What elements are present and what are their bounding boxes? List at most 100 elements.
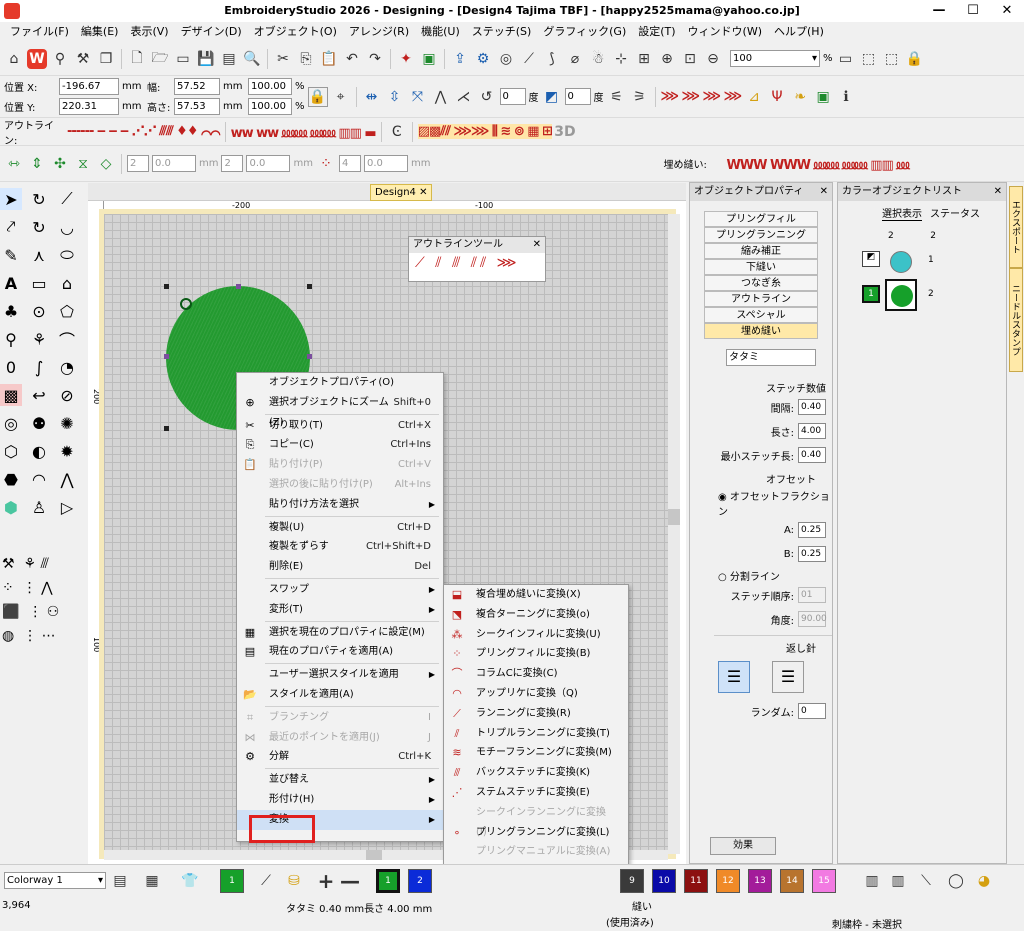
fish-icon[interactable]: ❧ xyxy=(790,87,810,107)
proportion-lock-icon[interactable]: 🔒 xyxy=(307,86,328,107)
min-length-field[interactable]: 0.40 xyxy=(798,447,826,463)
outline-tools-close-icon[interactable]: ✕ xyxy=(533,237,541,253)
offset-fraction-radio[interactable]: ◉ オフセットフラクション xyxy=(690,488,832,518)
center-icon[interactable]: ⌖ xyxy=(331,87,351,107)
trace-icon[interactable]: ⟋ xyxy=(56,188,78,210)
menu-item[interactable]: 編集(E) xyxy=(75,22,125,42)
tab-close-icon[interactable]: ✕ xyxy=(419,187,427,198)
pattern-icon[interactable]: ⁘ xyxy=(316,154,336,174)
hexagon-icon[interactable]: ⬡ xyxy=(0,440,22,462)
object-thumbnail[interactable] xyxy=(885,279,917,311)
lock-icon[interactable]: 🔒 xyxy=(905,49,925,69)
spacing-b-field[interactable]: 0.0 xyxy=(152,155,196,172)
color-list-close-icon[interactable]: ✕ xyxy=(994,183,1002,201)
menu-item[interactable]: ステッチ(S) xyxy=(466,22,538,42)
spacing-d-field[interactable]: 2 xyxy=(221,155,244,172)
bottom-tools-icons-4[interactable]: ◍ ⋮ ⋯ xyxy=(2,624,86,648)
spacing-field[interactable]: 0.40 xyxy=(798,399,826,415)
ellipse-icon[interactable]: ⊙ xyxy=(28,300,50,322)
property-tab[interactable]: 埋め縫い xyxy=(704,323,818,339)
property-tab[interactable]: プリングフィル xyxy=(704,211,818,227)
zoom-fit-icon[interactable]: ⊡ xyxy=(680,49,700,69)
wilcom-icon[interactable]: W xyxy=(27,48,47,69)
color-swatch[interactable]: 1 xyxy=(220,869,244,893)
context-menu-item[interactable]: 変形(T) ▶ xyxy=(237,600,443,620)
bottom-tools-icons-2[interactable]: ⁘ ⋮ ⋀ xyxy=(2,576,86,600)
oval-tool-icon[interactable]: ⬭ xyxy=(56,244,78,266)
effects-button[interactable]: 効果 xyxy=(710,837,776,855)
menu-item[interactable]: ウィンドウ(W) xyxy=(682,22,768,42)
selection-handle[interactable] xyxy=(236,284,241,289)
context-menu-item[interactable]: ⊕ 選択オブジェクトにズーム(Z) Shift+0 xyxy=(237,393,443,428)
rotate-tool-icon[interactable]: ↻ xyxy=(28,216,50,238)
outline-stitch-icons[interactable]: ------ ‒ ‒ ‒ ⋰⋰ ⫻⫻ ♦♦ ⌒⌒ xyxy=(67,124,221,139)
open-icon[interactable]: 🗁 xyxy=(150,49,170,69)
rotate-field-a[interactable]: 0 xyxy=(499,88,526,105)
property-tab[interactable]: プリングランニング xyxy=(704,227,818,243)
menu-item[interactable]: オブジェクト(O) xyxy=(248,22,343,42)
context-menu-item[interactable]: ⋈ 最近のポイントを適用(J) J xyxy=(237,728,443,748)
height-field[interactable]: 57.53 xyxy=(174,98,220,115)
new-icon[interactable]: 🗋 xyxy=(127,49,147,69)
context-menu-item[interactable]: オブジェクトプロパティ(O) xyxy=(237,373,443,393)
paste-icon[interactable]: 📋 xyxy=(319,49,339,69)
context-menu-item[interactable]: ⎘ コピー(C) Ctrl+Ins xyxy=(237,435,443,455)
split-line-radio[interactable]: ○ 分割ライン xyxy=(690,568,832,583)
outline-tool-icons[interactable]: ⟋ ⫽ ⫻ ⫽⫽ ⋙ xyxy=(409,253,545,273)
context-menu-item[interactable]: 削除(E) Del xyxy=(237,557,443,577)
color-wheel-icon[interactable]: ◕ xyxy=(974,871,994,891)
curve-icon[interactable]: ⌒ xyxy=(56,328,78,350)
measure-icon[interactable]: ⊹ xyxy=(611,49,631,69)
selection-handle[interactable] xyxy=(307,284,312,289)
spiral-icon[interactable]: ∫ xyxy=(28,356,50,378)
context-menu-item[interactable]: 並び替え ▶ xyxy=(237,770,443,790)
burst-icon[interactable]: ✹ xyxy=(56,440,78,462)
image-icon[interactable]: ▣ xyxy=(419,49,439,69)
document-tab[interactable]: Design4 ✕ xyxy=(370,184,432,201)
fill-type-field[interactable]: タタミ xyxy=(726,349,816,366)
color-swatch[interactable]: 14 xyxy=(780,869,804,893)
needle-stamp-side-tab[interactable]: ニードルスタンプ xyxy=(1009,268,1023,372)
minimize-icon[interactable]: — xyxy=(922,0,956,22)
polyline-icon[interactable]: ⤤ xyxy=(0,216,22,238)
context-menu-item[interactable]: ⚙ 分解 Ctrl+K xyxy=(237,747,443,767)
save-icon[interactable]: 💾 xyxy=(196,49,216,69)
spacing-a-field[interactable]: 2 xyxy=(127,155,149,172)
rotate-field-b[interactable]: 0 xyxy=(564,88,591,105)
property-tab[interactable]: 縮み補正 xyxy=(704,243,818,259)
home-icon[interactable]: ⌂ xyxy=(4,49,24,69)
export-side-tab[interactable]: エクスポート xyxy=(1009,186,1023,268)
maximize-icon[interactable]: ☐ xyxy=(956,0,990,22)
cut-icon[interactable]: ✂ xyxy=(273,49,293,69)
pen-icon[interactable]: ✎ xyxy=(0,244,22,266)
convert-submenu-item[interactable]: シークインランニングに変換(I) xyxy=(444,803,628,838)
copy-icon[interactable]: ❐ xyxy=(96,49,116,69)
convert-submenu-item[interactable]: ⬔ 複合ターニングに変換(o) xyxy=(444,605,628,625)
panel-close-icon[interactable]: ✕ xyxy=(820,183,828,201)
start-point-icon[interactable] xyxy=(180,298,192,310)
eyedropper-icon[interactable]: ⟋ xyxy=(256,871,276,891)
circle-icon[interactable]: ◯ xyxy=(946,871,966,891)
needle-icon[interactable]: ⟋ xyxy=(519,49,539,69)
person-icon[interactable]: ☃ xyxy=(588,49,608,69)
export-icon[interactable]: ⇪ xyxy=(450,49,470,69)
order-field[interactable]: 01 xyxy=(798,587,826,603)
return-mode-b-icon[interactable]: ☰ xyxy=(772,661,804,693)
zigzag-tool-icon[interactable]: ⋀ xyxy=(56,468,78,490)
rect-icon[interactable]: ▭ xyxy=(28,272,50,294)
align-v-icon[interactable]: ⇕ xyxy=(27,154,47,174)
thread-chart2-icon[interactable]: ▥ xyxy=(888,871,908,891)
selection-handle[interactable] xyxy=(164,426,169,431)
distribute2-icon[interactable]: ◇ xyxy=(96,154,116,174)
info-icon[interactable]: ℹ xyxy=(836,87,856,107)
bucket-icon[interactable]: ⛁ xyxy=(284,871,304,891)
add-color-icon[interactable]: + xyxy=(316,869,336,893)
redo-icon[interactable]: ↷ xyxy=(365,49,385,69)
skew-angle-icon[interactable]: ◩ xyxy=(542,87,562,107)
spacing-h-field[interactable]: 0.0 xyxy=(363,155,408,172)
3d-icon[interactable]: 3D xyxy=(554,122,575,142)
poly-icon[interactable]: ⬠ xyxy=(56,300,78,322)
bubble-icon[interactable]: 0 xyxy=(0,356,22,378)
preview-icon[interactable]: 🔍 xyxy=(242,49,262,69)
arc-icon[interactable]: Ͼ xyxy=(387,122,407,142)
